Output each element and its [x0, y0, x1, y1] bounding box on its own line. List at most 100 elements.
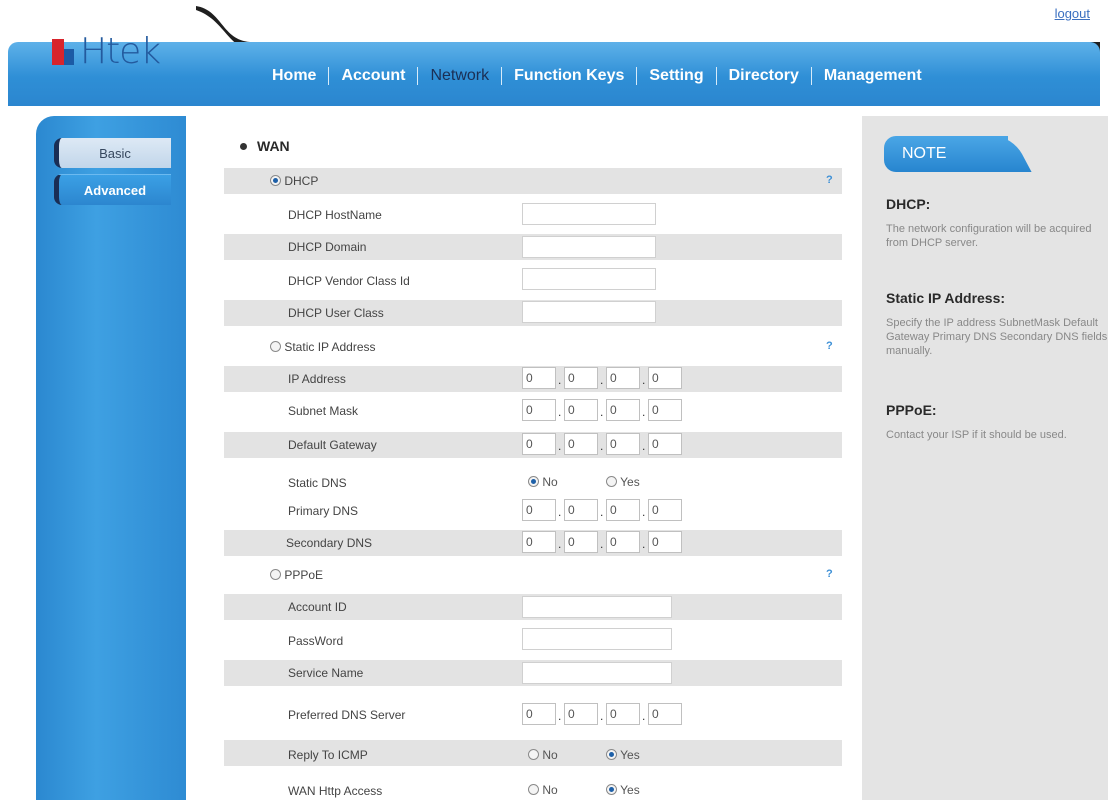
- dhcp-option-row: DHCP ?: [224, 168, 842, 194]
- ip-octet-input[interactable]: 0: [606, 703, 640, 725]
- header: Htek logout Home Account Network Functio…: [0, 0, 1108, 110]
- note-tab: NOTE: [884, 136, 1008, 172]
- static-option[interactable]: Static IP Address: [270, 340, 376, 354]
- wan-http-label: WAN Http Access: [288, 784, 383, 798]
- section-title: WAN: [240, 138, 290, 154]
- htek-logo: Htek: [52, 28, 161, 76]
- service-name-input[interactable]: [522, 662, 672, 684]
- note-dhcp-heading: DHCP:: [886, 196, 931, 212]
- password-label: PassWord: [288, 634, 344, 648]
- nav-network[interactable]: Network: [418, 67, 501, 85]
- ip-octet-input[interactable]: 0: [522, 367, 556, 389]
- ip-octet-input[interactable]: 0: [648, 367, 682, 389]
- nav-setting[interactable]: Setting: [637, 67, 715, 85]
- gutter: [186, 116, 212, 800]
- note-dhcp-text: The network configuration will be acquir…: [886, 223, 1092, 249]
- ip-octet-input[interactable]: 0: [522, 433, 556, 455]
- note-pppoe-heading: PPPoE:: [886, 402, 937, 418]
- help-icon[interactable]: ?: [826, 568, 833, 580]
- logo-text: Htek: [80, 31, 161, 72]
- dhcp-radio[interactable]: [270, 175, 281, 187]
- preferred-dns-label: Preferred DNS Server: [288, 708, 406, 722]
- nav-home[interactable]: Home: [272, 67, 328, 85]
- dhcp-vendor-label: DHCP Vendor Class Id: [288, 274, 410, 288]
- ip-octet-input[interactable]: 0: [648, 433, 682, 455]
- wan-http-no-option[interactable]: No: [528, 783, 558, 797]
- ip-address-label: IP Address: [288, 372, 346, 386]
- ip-octet-input[interactable]: 0: [522, 499, 556, 521]
- service-name-label: Service Name: [288, 666, 364, 680]
- ip-octet-input[interactable]: 0: [648, 399, 682, 421]
- pppoe-option-row: PPPoE ?: [224, 562, 842, 588]
- account-id-input[interactable]: [522, 596, 672, 618]
- reply-icmp-no-radio[interactable]: [528, 749, 539, 761]
- reply-icmp-no-option[interactable]: No: [528, 748, 558, 762]
- note-static-text: Specify the IP address SubnetMask Defaul…: [886, 317, 1108, 357]
- password-input[interactable]: [522, 628, 672, 650]
- ip-octet-input[interactable]: 0: [564, 703, 598, 725]
- sidebar-tab-advanced[interactable]: Advanced: [54, 174, 171, 205]
- nav-directory[interactable]: Directory: [717, 67, 811, 85]
- ip-octet-input[interactable]: 0: [606, 399, 640, 421]
- password-row: PassWord: [224, 628, 842, 654]
- nav-management[interactable]: Management: [812, 67, 934, 85]
- ip-octet-input[interactable]: 0: [648, 499, 682, 521]
- help-icon[interactable]: ?: [826, 340, 833, 352]
- static-radio[interactable]: [270, 341, 281, 353]
- ip-octet-input[interactable]: 0: [522, 399, 556, 421]
- dhcp-hostname-label: DHCP HostName: [288, 208, 382, 222]
- dhcp-vendor-input[interactable]: [522, 268, 656, 290]
- ip-octet-input[interactable]: 0: [606, 367, 640, 389]
- sidebar-tab-basic[interactable]: Basic: [54, 138, 171, 168]
- ip-octet-input[interactable]: 0: [564, 531, 598, 553]
- wan-http-yes-radio[interactable]: [606, 784, 617, 796]
- ip-octet-input[interactable]: 0: [564, 367, 598, 389]
- dhcp-option[interactable]: DHCP: [270, 174, 318, 188]
- ip-octet-input[interactable]: 0: [606, 499, 640, 521]
- subnet-mask-row: Subnet Mask 0 . 0 . 0 . 0: [224, 398, 842, 424]
- reply-icmp-yes-option[interactable]: Yes: [606, 748, 640, 762]
- logout-link[interactable]: logout: [1055, 6, 1090, 21]
- secondary-dns-row: Secondary DNS 0 . 0 . 0 . 0: [224, 530, 842, 556]
- nav-function-keys[interactable]: Function Keys: [502, 67, 636, 85]
- ip-octet-input[interactable]: 0: [648, 703, 682, 725]
- bullet-icon: [240, 142, 247, 150]
- ip-octet-input[interactable]: 0: [522, 531, 556, 553]
- ip-octet-input[interactable]: 0: [564, 399, 598, 421]
- static-dns-yes-option[interactable]: Yes: [606, 475, 640, 489]
- secondary-dns-label: Secondary DNS: [286, 536, 373, 550]
- dhcp-domain-row: DHCP Domain: [224, 234, 842, 260]
- subnet-mask-label: Subnet Mask: [288, 404, 359, 418]
- dhcp-domain-label: DHCP Domain: [288, 240, 367, 254]
- static-dns-row: Static DNS No Yes: [224, 470, 842, 496]
- dhcp-hostname-input[interactable]: [522, 203, 656, 225]
- static-option-row: Static IP Address ?: [224, 334, 842, 360]
- dhcp-domain-input[interactable]: [522, 236, 656, 258]
- ip-octet-input[interactable]: 0: [564, 499, 598, 521]
- ip-octet-input[interactable]: 0: [522, 703, 556, 725]
- dhcp-userclass-label: DHCP User Class: [288, 306, 384, 320]
- ip-octet-input[interactable]: 0: [648, 531, 682, 553]
- note-static-heading: Static IP Address:: [886, 290, 1006, 306]
- ip-octet-input[interactable]: 0: [564, 433, 598, 455]
- note-pppoe-text: Contact your ISP if it should be used.: [886, 429, 1067, 441]
- static-dns-label: Static DNS: [288, 476, 347, 490]
- wan-http-no-radio[interactable]: [528, 784, 539, 796]
- pppoe-option[interactable]: PPPoE: [270, 568, 323, 582]
- logo-mark-icon: [52, 39, 74, 65]
- reply-icmp-label: Reply To ICMP: [288, 748, 368, 762]
- pppoe-radio[interactable]: [270, 569, 281, 581]
- nav-account[interactable]: Account: [329, 67, 417, 85]
- wan-http-yes-option[interactable]: Yes: [606, 783, 640, 797]
- dhcp-vendor-row: DHCP Vendor Class Id: [224, 268, 842, 294]
- dhcp-userclass-input[interactable]: [522, 301, 656, 323]
- ip-octet-input[interactable]: 0: [606, 531, 640, 553]
- static-dns-no-option[interactable]: No: [528, 475, 558, 489]
- reply-icmp-yes-radio[interactable]: [606, 749, 617, 761]
- static-dns-no-radio[interactable]: [528, 476, 539, 488]
- static-dns-yes-radio[interactable]: [606, 476, 617, 488]
- preferred-dns-row: Preferred DNS Server 0 . 0 . 0 . 0: [224, 702, 842, 728]
- help-icon[interactable]: ?: [826, 174, 833, 186]
- ip-octet-input[interactable]: 0: [606, 433, 640, 455]
- account-id-row: Account ID: [224, 594, 842, 620]
